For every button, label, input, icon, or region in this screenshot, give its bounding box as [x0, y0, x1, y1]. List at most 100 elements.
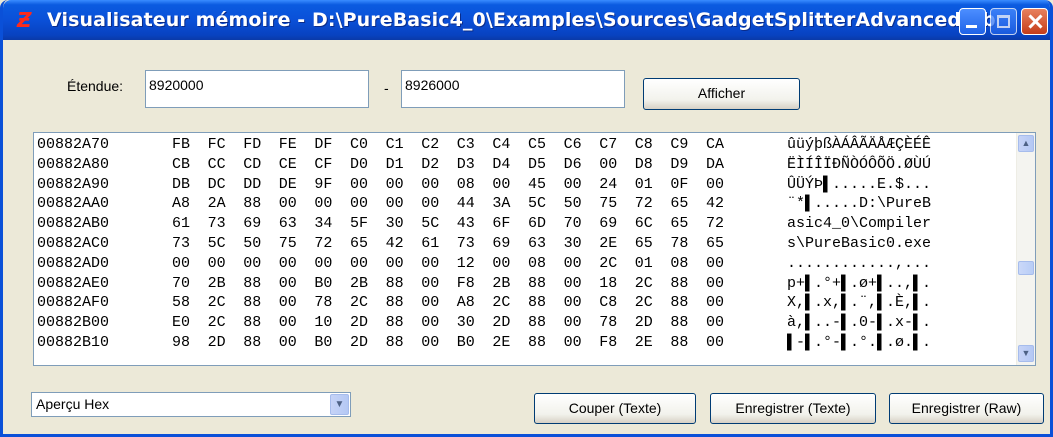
hex-byte: 65 — [670, 215, 689, 233]
scroll-up-button[interactable]: ▲ — [1018, 135, 1034, 152]
hex-byte: 2D — [350, 314, 369, 332]
hex-byte: 2C — [207, 314, 226, 332]
hex-ascii: à,▌..-▌.0-▌.x-▌. — [787, 314, 932, 332]
hex-byte: 2C — [492, 294, 511, 312]
hex-byte: D6 — [563, 155, 582, 173]
hex-byte: 00 — [706, 175, 725, 193]
hex-byte: 70 — [172, 274, 191, 292]
hex-byte: 75 — [278, 235, 297, 252]
hex-byte: 2C — [599, 254, 618, 272]
hex-byte: A8 — [172, 195, 191, 213]
hex-address: 00882AD0 — [37, 254, 110, 272]
app-icon: Ƶ — [17, 8, 32, 32]
hex-byte: 00 — [278, 334, 297, 351]
minimize-button[interactable] — [959, 8, 986, 35]
hex-byte: 00 — [563, 274, 582, 292]
hex-ascii: asic4_0\Compiler — [787, 215, 932, 233]
hex-byte: 00 — [421, 294, 440, 312]
hex-byte: 5F — [350, 215, 369, 233]
hex-byte: 2E — [492, 334, 511, 351]
hex-byte: 78 — [314, 294, 333, 312]
hex-byte: 30 — [563, 235, 582, 252]
hex-byte: 65 — [670, 195, 689, 213]
hex-byte: FC — [207, 136, 226, 153]
save-text-button[interactable]: Enregistrer (Texte) — [710, 393, 876, 424]
hex-byte: 30 — [385, 215, 404, 233]
hex-byte: C9 — [670, 136, 689, 153]
hex-address: 00882A70 — [37, 136, 110, 153]
hex-byte: CF — [314, 155, 333, 173]
hex-byte: 58 — [172, 294, 191, 312]
hex-byte: 00 — [563, 334, 582, 351]
hex-ascii: ▌-▌.°-▌.°.▌.ø.▌. — [787, 334, 932, 351]
hex-byte: 78 — [670, 235, 689, 252]
hex-byte: 88 — [243, 294, 262, 312]
hex-byte: 70 — [563, 215, 582, 233]
hex-byte: C4 — [492, 136, 511, 153]
view-mode-select[interactable]: Aperçu Hex ▼ — [31, 392, 351, 417]
hex-byte: 2D — [634, 314, 653, 332]
hex-byte: 00 — [350, 175, 369, 193]
hex-address: 00882A90 — [37, 175, 110, 193]
hex-byte: 2D — [492, 314, 511, 332]
hex-byte: 00 — [172, 254, 191, 272]
hex-byte: C8 — [634, 136, 653, 153]
hex-byte: 63 — [528, 235, 547, 252]
show-button[interactable]: Afficher — [643, 78, 800, 110]
hex-byte: 88 — [385, 314, 404, 332]
title-bar[interactable]: Ƶ Visualisateur mémoire - D:\PureBasic4_… — [3, 0, 1050, 40]
range-label: Étendue: — [67, 78, 124, 94]
cut-text-button[interactable]: Couper (Texte) — [534, 393, 696, 424]
hex-byte: 45 — [528, 175, 547, 193]
hex-ascii: ¨*▌.....D:\PureB — [787, 195, 932, 213]
range-start-input[interactable]: 8920000 — [145, 70, 369, 108]
close-button[interactable] — [1021, 8, 1048, 35]
hex-byte: DB — [172, 175, 191, 193]
hex-byte: 98 — [172, 334, 191, 351]
hex-byte: 00 — [706, 254, 725, 272]
hex-byte: CD — [243, 155, 262, 173]
hex-byte: 75 — [599, 195, 618, 213]
hex-byte: 00 — [706, 274, 725, 292]
hex-byte: FD — [243, 136, 262, 153]
hex-byte: 00 — [278, 274, 297, 292]
hex-byte: 88 — [528, 314, 547, 332]
view-mode-value: Aperçu Hex — [36, 396, 110, 412]
hex-byte: 88 — [385, 294, 404, 312]
hex-byte: 72 — [314, 235, 333, 252]
hex-ascii: p+▌.°+▌.ø+▌..,▌. — [787, 274, 932, 292]
hex-byte: E0 — [172, 314, 191, 332]
hex-byte: 00 — [563, 254, 582, 272]
hex-byte: 2D — [207, 334, 226, 351]
hex-byte: D5 — [528, 155, 547, 173]
hex-byte: C3 — [456, 136, 475, 153]
chevron-down-icon[interactable]: ▼ — [330, 394, 349, 415]
hex-byte: B0 — [314, 274, 333, 292]
maximize-button[interactable] — [990, 8, 1017, 35]
hex-byte: C7 — [599, 136, 618, 153]
hex-byte: 34 — [314, 215, 333, 233]
hex-byte: CB — [172, 155, 191, 173]
scroll-thumb[interactable] — [1018, 261, 1034, 275]
hex-byte: 61 — [421, 235, 440, 252]
hex-viewer[interactable]: 00882A70 FB FC FD FE DF C0 C1 C2 C3 C4 C5 C6 C7 C8 C9 CA… — [33, 132, 1036, 366]
hex-byte: 00 — [492, 254, 511, 272]
hex-byte: 6F — [492, 215, 511, 233]
hex-ascii: ............,... — [787, 254, 932, 272]
hex-byte: 88 — [243, 334, 262, 351]
hex-byte: 88 — [670, 274, 689, 292]
vertical-scrollbar[interactable]: ▲ ▼ — [1016, 133, 1035, 365]
scroll-down-button[interactable]: ▼ — [1018, 345, 1034, 362]
hex-byte: 44 — [456, 195, 475, 213]
hex-byte: 00 — [278, 294, 297, 312]
hex-byte: 65 — [350, 235, 369, 252]
hex-byte: B0 — [314, 334, 333, 351]
hex-byte: 43 — [456, 215, 475, 233]
hex-byte: 30 — [456, 314, 475, 332]
hex-ascii: ûüýþßÀÁÂÃÄÅÆÇÈÉÊ — [787, 136, 932, 153]
save-raw-button[interactable]: Enregistrer (Raw) — [889, 393, 1044, 424]
hex-byte: D4 — [492, 155, 511, 173]
range-end-input[interactable]: 8926000 — [401, 70, 625, 108]
hex-byte: A8 — [456, 294, 475, 312]
hex-byte: 01 — [634, 254, 653, 272]
